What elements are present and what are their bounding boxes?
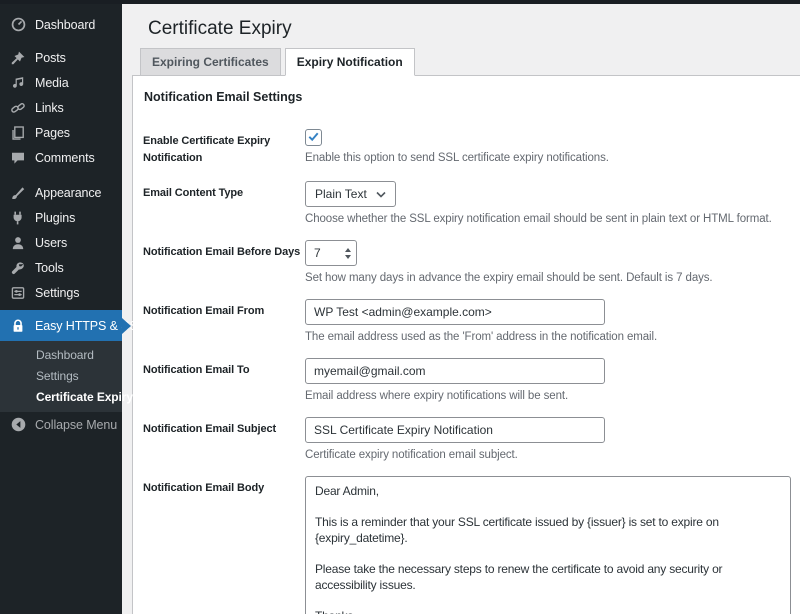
field-description: Email address where expiry notifications… bbox=[305, 390, 791, 402]
admin-sidebar: Dashboard Posts Media Links Pages bbox=[0, 4, 122, 614]
field-description: Enable this option to send SSL certifica… bbox=[305, 152, 791, 164]
lock-icon bbox=[9, 317, 27, 335]
before-days-value: 7 bbox=[306, 246, 340, 260]
sidebar-item-label: Dashboard bbox=[35, 18, 95, 32]
form-row-email-subject: Notification Email Subject Certificate e… bbox=[143, 417, 791, 461]
collapse-menu-label: Collapse Menu bbox=[35, 418, 117, 432]
collapse-menu-button[interactable]: Collapse Menu bbox=[0, 412, 122, 437]
field-description: Set how many days in advance the expiry … bbox=[305, 272, 791, 284]
submenu-item-certificate-expiry[interactable]: Certificate Expiry bbox=[0, 387, 122, 408]
section-heading: Notification Email Settings bbox=[144, 90, 791, 104]
dashboard-icon bbox=[9, 16, 27, 34]
field-label: Notification Email To bbox=[143, 358, 305, 402]
form-row-content-type: Email Content Type Plain Text Choose whe… bbox=[143, 181, 791, 225]
main-content: Certificate Expiry Expiring Certificates… bbox=[122, 4, 800, 614]
form-row-email-to: Notification Email To Email address wher… bbox=[143, 358, 791, 402]
field-description: Certificate expiry notification email su… bbox=[305, 449, 791, 461]
sidebar-item-settings[interactable]: Settings bbox=[0, 280, 122, 305]
easy-https-ssl-submenu: Dashboard Settings Certificate Expiry bbox=[0, 341, 122, 412]
sidebar-item-label: Tools bbox=[35, 261, 64, 275]
sliders-icon bbox=[9, 284, 27, 302]
form-row-enable-notification: Enable Certificate Expiry Notification E… bbox=[143, 129, 791, 166]
sidebar-item-posts[interactable]: Posts bbox=[0, 45, 122, 70]
form-row-before-days: Notification Email Before Days 7 Set how… bbox=[143, 240, 791, 284]
field-label: Notification Email From bbox=[143, 299, 305, 343]
links-icon bbox=[9, 99, 27, 117]
sidebar-item-label: Easy HTTPS & SSL bbox=[35, 319, 145, 333]
collapse-arrow-icon bbox=[9, 416, 27, 434]
before-days-number-input[interactable]: 7 bbox=[305, 240, 357, 266]
user-icon bbox=[9, 234, 27, 252]
field-label: Notification Email Body bbox=[143, 476, 305, 614]
sidebar-item-users[interactable]: Users bbox=[0, 230, 122, 255]
submenu-item-settings[interactable]: Settings bbox=[0, 366, 122, 387]
sidebar-item-label: Links bbox=[35, 101, 64, 115]
pin-icon bbox=[9, 49, 27, 67]
sidebar-item-label: Users bbox=[35, 236, 67, 250]
chevron-down-icon bbox=[376, 187, 386, 201]
sidebar-item-label: Comments bbox=[35, 151, 95, 165]
field-label: Notification Email Subject bbox=[143, 417, 305, 461]
sidebar-item-links[interactable]: Links bbox=[0, 95, 122, 120]
pages-icon bbox=[9, 124, 27, 142]
email-body-textarea[interactable]: Dear Admin, This is a reminder that your… bbox=[305, 476, 791, 614]
spinner-down-icon[interactable] bbox=[345, 255, 351, 259]
settings-panel: Notification Email Settings Enable Certi… bbox=[132, 76, 800, 614]
tab-expiring-certificates[interactable]: Expiring Certificates bbox=[140, 48, 281, 75]
sidebar-item-appearance[interactable]: Appearance bbox=[0, 180, 122, 205]
submenu-item-dashboard[interactable]: Dashboard bbox=[0, 345, 122, 366]
sidebar-item-label: Posts bbox=[35, 51, 66, 65]
sidebar-item-pages[interactable]: Pages bbox=[0, 120, 122, 145]
email-to-input[interactable] bbox=[305, 358, 605, 384]
form-row-email-from: Notification Email From The email addres… bbox=[143, 299, 791, 343]
sidebar-item-label: Media bbox=[35, 76, 69, 90]
field-description: Choose whether the SSL expiry notificati… bbox=[305, 213, 791, 225]
tab-bar: Expiring Certificates Expiry Notificatio… bbox=[132, 48, 800, 76]
brush-icon bbox=[9, 184, 27, 202]
sidebar-item-plugins[interactable]: Plugins bbox=[0, 205, 122, 230]
spinner-up-icon[interactable] bbox=[345, 248, 351, 252]
media-icon bbox=[9, 74, 27, 92]
field-label: Email Content Type bbox=[143, 181, 305, 225]
field-label: Enable Certificate Expiry Notification bbox=[143, 129, 305, 166]
field-label: Notification Email Before Days bbox=[143, 240, 305, 284]
sidebar-item-label: Pages bbox=[35, 126, 70, 140]
selected-option-label: Plain Text bbox=[315, 187, 367, 201]
email-content-type-select[interactable]: Plain Text bbox=[305, 181, 396, 207]
enable-notification-checkbox[interactable] bbox=[305, 129, 322, 146]
checkmark-icon bbox=[307, 130, 320, 146]
wrench-icon bbox=[9, 259, 27, 277]
email-subject-input[interactable] bbox=[305, 417, 605, 443]
sidebar-item-media[interactable]: Media bbox=[0, 70, 122, 95]
admin-bar-edge bbox=[0, 0, 800, 4]
form-row-email-body: Notification Email Body Dear Admin, This… bbox=[143, 476, 791, 614]
sidebar-item-label: Settings bbox=[35, 286, 79, 300]
page-title: Certificate Expiry bbox=[148, 16, 800, 41]
field-description: The email address used as the 'From' add… bbox=[305, 331, 791, 343]
sidebar-item-label: Plugins bbox=[35, 211, 75, 225]
sidebar-item-tools[interactable]: Tools bbox=[0, 255, 122, 280]
number-spinner[interactable] bbox=[340, 241, 356, 265]
comment-icon bbox=[9, 149, 27, 167]
sidebar-item-easy-https-ssl[interactable]: Easy HTTPS & SSL bbox=[0, 310, 122, 341]
tab-expiry-notification[interactable]: Expiry Notification bbox=[285, 48, 415, 76]
plugin-icon bbox=[9, 209, 27, 227]
email-from-input[interactable] bbox=[305, 299, 605, 325]
sidebar-item-comments[interactable]: Comments bbox=[0, 145, 122, 170]
sidebar-item-dashboard[interactable]: Dashboard bbox=[0, 12, 122, 37]
sidebar-item-label: Appearance bbox=[35, 186, 101, 200]
